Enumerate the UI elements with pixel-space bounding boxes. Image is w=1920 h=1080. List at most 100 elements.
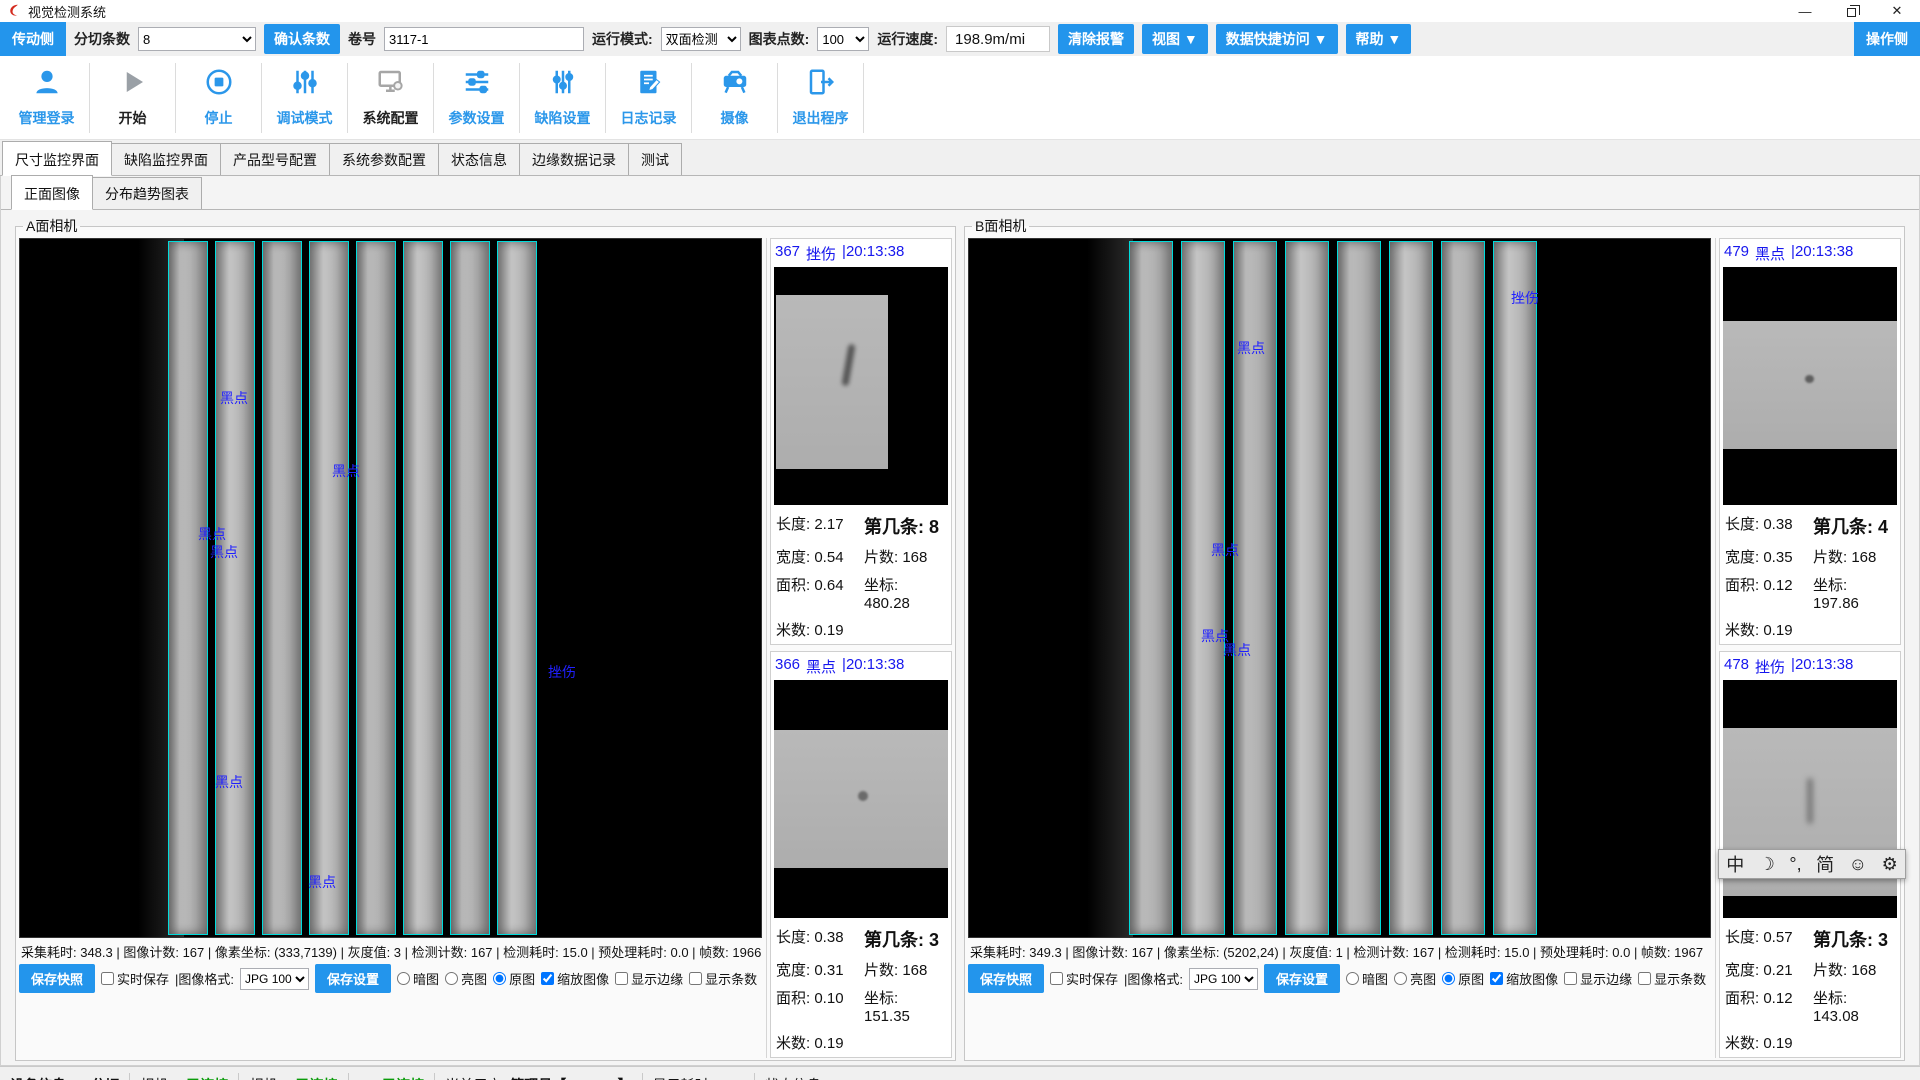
run-mode-select[interactable]: 双面检测 <box>661 27 741 51</box>
save-snapshot-button[interactable]: 保存快照 <box>19 964 95 993</box>
realtime-save-checkbox[interactable]: 实时保存 <box>101 969 169 988</box>
camera-a-image[interactable]: 黑点黑点黑点黑点挫伤黑点黑点 <box>19 238 762 938</box>
monitor-gear-icon <box>376 67 406 102</box>
show-edge-checkbox[interactable]: 显示边缘 <box>1564 969 1632 988</box>
defect-type: 黑点 <box>806 656 836 677</box>
ime-item-4[interactable]: ☺ <box>1849 854 1867 875</box>
defect-time: |20:13:38 <box>842 656 904 677</box>
defect-settings-button[interactable]: 缺陷设置 <box>520 63 606 133</box>
defect-image-label: 黑点 <box>215 775 243 789</box>
window-title: 视觉检测系统 <box>28 2 1782 21</box>
log-record-button[interactable]: 日志记录 <box>606 63 692 133</box>
show-edge-checkbox[interactable]: 显示边缘 <box>615 969 683 988</box>
sub-tab-0[interactable]: 正面图像 <box>11 175 93 210</box>
show-strip-count-checkbox[interactable]: 显示条数 <box>1638 969 1706 988</box>
stop-button[interactable]: 停止 <box>176 63 262 133</box>
io-status-value: 已连接 <box>382 1075 424 1080</box>
defect-id: 366 <box>775 656 800 677</box>
film-strip-7 <box>450 241 490 935</box>
bright-image-radio[interactable]: 亮图 <box>445 969 487 988</box>
roll-number-input[interactable] <box>384 27 584 51</box>
main-content: 正面图像分布趋势图表 A面相机 黑点黑点黑点黑点挫伤黑点黑点 采集耗时: 348… <box>0 176 1920 1066</box>
strip-group <box>1129 241 1537 935</box>
image-format-label: |图像格式: <box>175 969 234 988</box>
operator-side-button[interactable]: 操作侧 <box>1854 22 1920 56</box>
strip-group <box>168 241 537 935</box>
ime-item-2[interactable]: °, <box>1789 854 1801 875</box>
show-strip-count-checkbox[interactable]: 显示条数 <box>689 969 757 988</box>
defect-header: 478 挫伤 |20:13:38 <box>1723 654 1897 680</box>
main-tab-1[interactable]: 缺陷监控界面 <box>111 143 221 175</box>
minimize-button[interactable]: — <box>1782 0 1828 22</box>
main-tab-0[interactable]: 尺寸监控界面 <box>2 141 112 176</box>
dark-image-radio[interactable]: 暗图 <box>1346 969 1388 988</box>
camera-b-status-value: 已连接 <box>296 1075 338 1080</box>
camera-b-image[interactable]: 挫伤黑点黑点黑点黑点 <box>968 238 1711 938</box>
camera-a-controls: 保存快照 实时保存 |图像格式: JPG 100 保存设置 暗图 亮图 原图 缩… <box>19 963 762 995</box>
realtime-save-checkbox[interactable]: 实时保存 <box>1050 969 1118 988</box>
image-format-label: |图像格式: <box>1124 969 1183 988</box>
defect-card[interactable]: 366 黑点 |20:13:38 长度: 0.38 第几条: 3 宽度: 0.3… <box>770 651 952 1058</box>
clear-alarm-button[interactable]: 清除报警 <box>1058 24 1134 54</box>
admin-login-button[interactable]: 管理登录 <box>4 63 90 133</box>
chart-points-label: 图表点数: <box>749 29 810 49</box>
defect-header: 479 黑点 |20:13:38 <box>1723 241 1897 267</box>
drive-side-button[interactable]: 传动侧 <box>0 22 66 56</box>
defect-image-label: 黑点 <box>1223 643 1251 657</box>
restore-icon <box>1847 8 1856 17</box>
film-strip-3 <box>262 241 302 935</box>
confirm-count-button[interactable]: 确认条数 <box>264 24 340 54</box>
parameter-settings-button[interactable]: 参数设置 <box>434 63 520 133</box>
icon-toolbar: 管理登录 开始 停止 调试模式 系统配置 参数设置 缺陷设置 日志记录 <box>0 56 1920 140</box>
film-strip-2 <box>1181 241 1225 935</box>
chart-points-select[interactable]: 100 <box>817 27 869 51</box>
help-menu-button[interactable]: 帮助 ▼ <box>1346 24 1412 54</box>
main-tab-5[interactable]: 边缘数据记录 <box>519 143 629 175</box>
defect-image-label: 黑点 <box>308 875 336 889</box>
bright-image-radio[interactable]: 亮图 <box>1394 969 1436 988</box>
ime-item-5[interactable]: ⚙ <box>1882 854 1898 875</box>
zoom-image-checkbox[interactable]: 缩放图像 <box>541 969 609 988</box>
main-tab-6[interactable]: 测试 <box>628 143 682 175</box>
save-settings-button[interactable]: 保存设置 <box>315 964 391 993</box>
defect-card[interactable]: 479 黑点 |20:13:38 长度: 0.38 第几条: 4 宽度: 0.3… <box>1719 238 1901 645</box>
image-format-select[interactable]: JPG 100 <box>1189 968 1258 990</box>
dark-image-radio[interactable]: 暗图 <box>397 969 439 988</box>
debug-mode-button[interactable]: 调试模式 <box>262 63 348 133</box>
ime-item-1[interactable]: ☽ <box>1759 854 1775 875</box>
original-image-radio[interactable]: 原图 <box>1442 969 1484 988</box>
slit-count-select[interactable]: 8 <box>138 27 256 51</box>
data-quick-access-menu-button[interactable]: 数据快捷访问 ▼ <box>1216 24 1338 54</box>
main-tab-2[interactable]: 产品型号配置 <box>220 143 330 175</box>
main-tab-3[interactable]: 系统参数配置 <box>329 143 439 175</box>
original-image-radio[interactable]: 原图 <box>493 969 535 988</box>
view-menu-button[interactable]: 视图 ▼ <box>1142 24 1208 54</box>
exit-program-button[interactable]: 退出程序 <box>778 63 864 133</box>
system-config-button[interactable]: 系统配置 <box>348 63 434 133</box>
sub-tab-1[interactable]: 分布趋势图表 <box>92 177 202 209</box>
panel-a-defect-list: 367 挫伤 |20:13:38 长度: 2.17 第几条: 8 宽度: 0.5… <box>766 238 952 1058</box>
restore-button[interactable] <box>1828 0 1874 22</box>
defect-image-label: 黑点 <box>1237 341 1265 355</box>
film-strip-2 <box>215 241 255 935</box>
main-tab-4[interactable]: 状态信息 <box>438 143 520 175</box>
defect-image-label: 黑点 <box>220 391 248 405</box>
camera-a-acquisition-stats: 采集耗时: 348.3 | 图像计数: 167 | 像素坐标: (333,713… <box>19 938 762 963</box>
ime-item-0[interactable]: 中 <box>1726 851 1744 877</box>
defect-card[interactable]: 367 挫伤 |20:13:38 长度: 2.17 第几条: 8 宽度: 0.5… <box>770 238 952 645</box>
save-snapshot-button[interactable]: 保存快照 <box>968 964 1044 993</box>
film-strip-7 <box>1441 241 1485 935</box>
defect-thumbnail <box>1723 680 1897 918</box>
stop-icon <box>204 67 234 102</box>
defect-image-label: 黑点 <box>210 545 238 559</box>
image-format-select[interactable]: JPG 100 <box>240 968 309 990</box>
sliders-horizontal-icon <box>462 67 492 102</box>
zoom-image-checkbox[interactable]: 缩放图像 <box>1490 969 1558 988</box>
panel-a-groupbox: A面相机 黑点黑点黑点黑点挫伤黑点黑点 采集耗时: 348.3 | 图像计数: … <box>15 216 956 1061</box>
close-button[interactable]: ✕ <box>1874 0 1920 22</box>
save-settings-button[interactable]: 保存设置 <box>1264 964 1340 993</box>
camera-button[interactable]: 摄像 <box>692 63 778 133</box>
defect-stats: 长度: 0.57 第几条: 3 宽度: 0.21 片数: 168 面积: 0.1… <box>1723 918 1897 1055</box>
start-button[interactable]: 开始 <box>90 63 176 133</box>
ime-item-3[interactable]: 简 <box>1816 851 1834 877</box>
